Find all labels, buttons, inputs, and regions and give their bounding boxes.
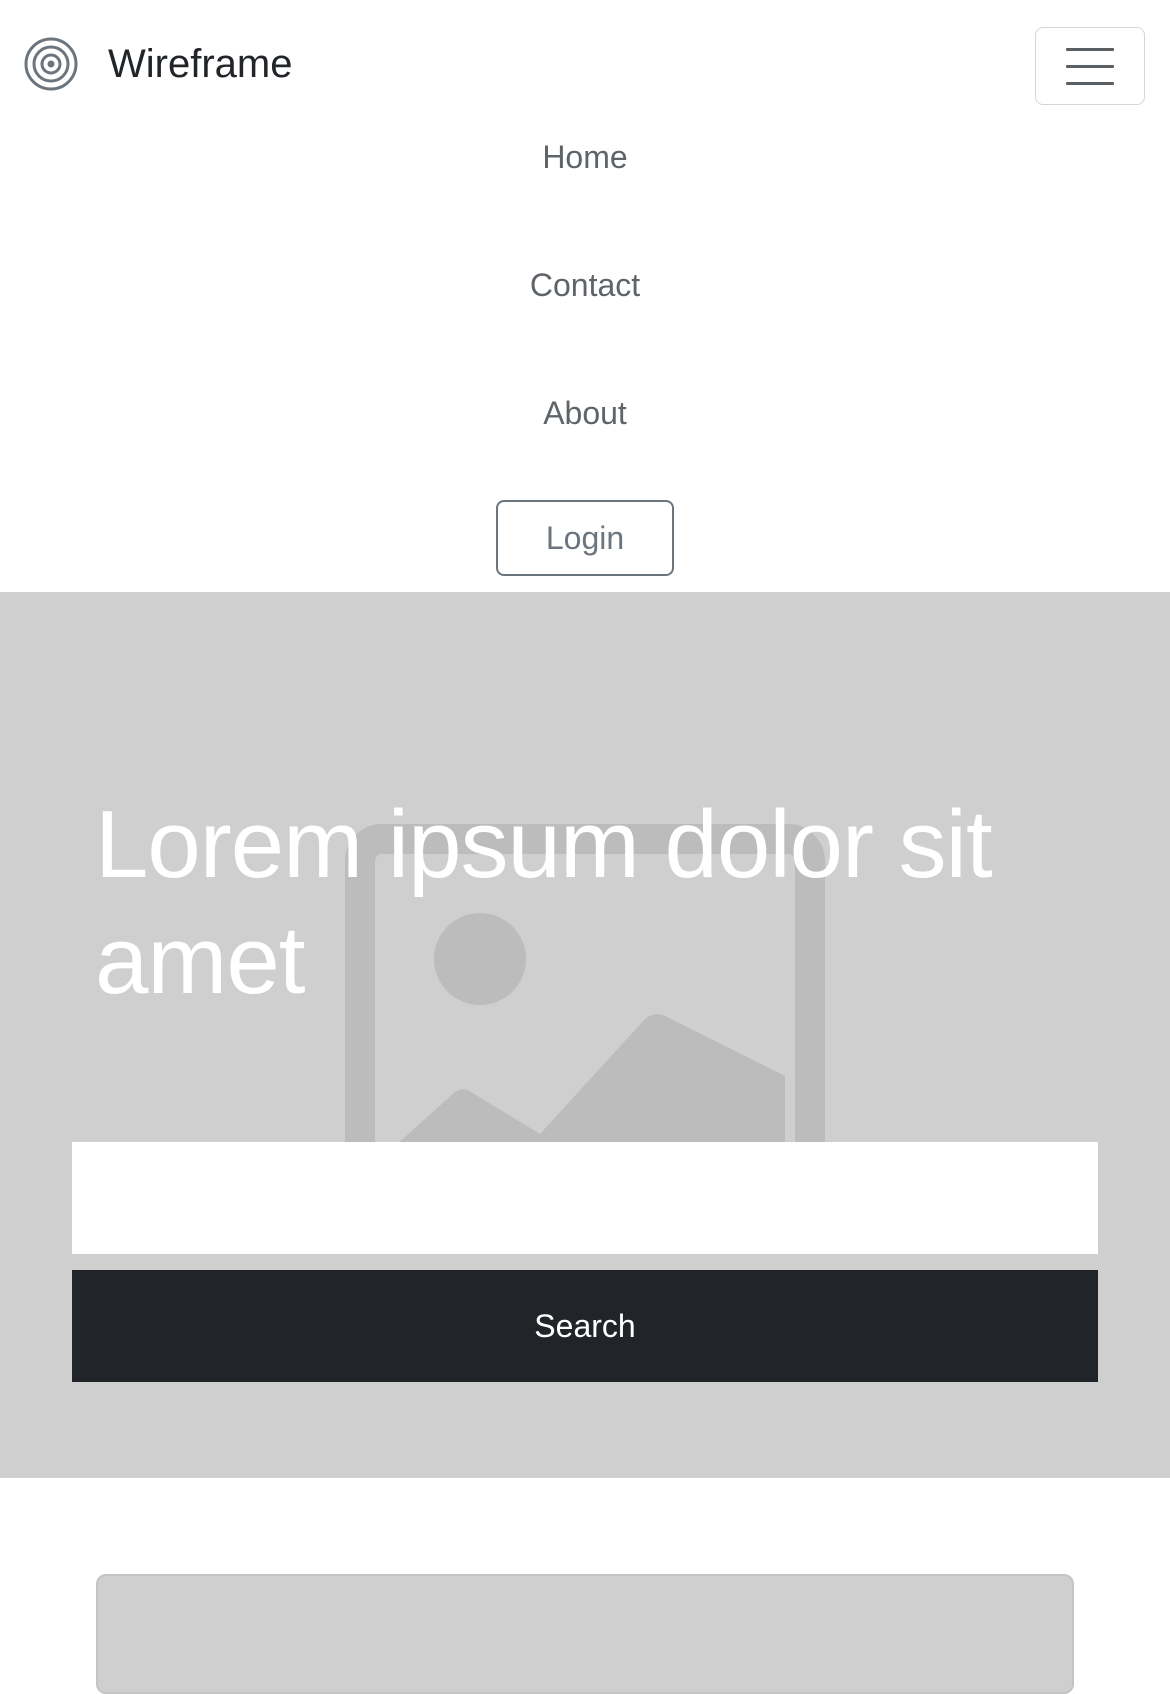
search-input[interactable]	[72, 1142, 1098, 1254]
hero-section: Lorem ipsum dolor sit amet Search	[0, 592, 1170, 1478]
search-button[interactable]: Search	[72, 1270, 1098, 1382]
nav-link-about[interactable]: About	[0, 393, 1170, 433]
navbar: Wireframe	[0, 0, 1170, 130]
nav-link-contact[interactable]: Contact	[0, 265, 1170, 305]
hero-title: Lorem ipsum dolor sit amet	[95, 791, 993, 1014]
target-rings-icon	[24, 37, 78, 91]
login-button[interactable]: Login	[496, 500, 674, 576]
hamburger-menu-icon	[1066, 47, 1114, 51]
nav-link-home[interactable]: Home	[0, 137, 1170, 177]
content-card	[96, 1574, 1074, 1694]
brand-name: Wireframe	[108, 42, 293, 86]
navbar-toggler-button[interactable]	[1035, 27, 1145, 105]
brand-link[interactable]: Wireframe	[24, 37, 292, 91]
